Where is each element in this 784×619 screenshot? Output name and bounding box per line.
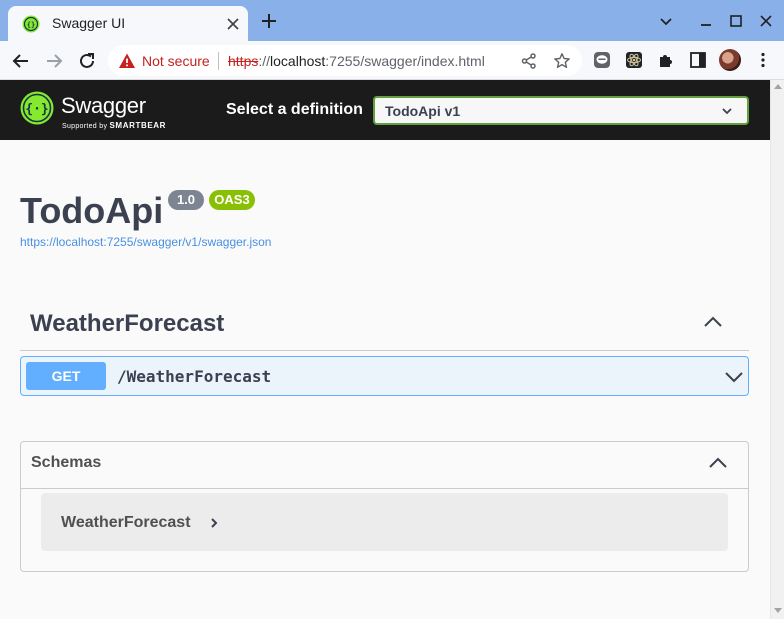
back-arrow-icon[interactable] [10, 50, 32, 72]
url-scheme: https [228, 53, 259, 69]
tag-divider [20, 350, 749, 351]
api-title: TodoApi [20, 190, 164, 231]
browser-menu-kebab-icon[interactable] [754, 51, 772, 69]
side-panel-icon[interactable] [689, 51, 707, 69]
version-badge: 1.0 [168, 190, 204, 210]
line-extension-icon[interactable] [593, 51, 611, 69]
logo-sub-brand: SMARTBEAR [109, 121, 167, 130]
warning-icon[interactable] [118, 52, 136, 70]
chevron-right-icon[interactable] [209, 517, 219, 529]
logo-sub-prefix: Supported by [62, 123, 108, 130]
share-icon[interactable] [520, 52, 538, 70]
model-weatherforecast[interactable]: WeatherForecast [41, 493, 728, 551]
swagger-logo-icon[interactable]: {·} [20, 91, 54, 125]
omnibox-divider [218, 52, 219, 70]
maximize-icon[interactable] [725, 10, 747, 32]
spec-json-link[interactable]: https://localhost:7255/swagger/v1/swagge… [20, 235, 271, 249]
tab-title: Swagger UI [52, 15, 126, 31]
extensions-puzzle-icon[interactable] [657, 51, 675, 69]
swagger-logo-subtitle: Supported by SMARTBEAR [62, 121, 166, 130]
tab-close-icon[interactable] [224, 15, 242, 33]
url-host: localhost [270, 53, 326, 69]
chevron-down-icon [722, 108, 732, 115]
swagger-logo-text: Swagger [61, 93, 146, 118]
forward-arrow-icon[interactable] [43, 50, 65, 72]
definition-label: Select a definition [226, 101, 363, 118]
url-text[interactable]: https://localhost:7255/swagger/index.htm… [228, 53, 485, 69]
browser-toolbar: Not secure https://localhost:7255/swagge… [0, 41, 784, 80]
close-window-icon[interactable] [755, 10, 777, 32]
browser-tab-strip: {} Swagger UI [0, 0, 784, 41]
http-method-badge: GET [26, 362, 106, 390]
scroll-up-arrow-icon[interactable] [774, 84, 782, 89]
scroll-down-arrow-icon[interactable] [774, 608, 782, 613]
svg-text:{·}: {·} [25, 102, 48, 117]
profile-avatar[interactable] [719, 49, 741, 71]
schemas-divider [21, 488, 748, 489]
oas-badge: OAS3 [209, 190, 255, 210]
minimize-icon[interactable] [695, 10, 717, 32]
chevron-down-icon[interactable] [724, 370, 744, 384]
tab-search-chevron-icon[interactable] [655, 10, 677, 32]
tag-header-weatherforecast[interactable]: WeatherForecast [30, 310, 224, 338]
schemas-section: Schemas WeatherForecast [20, 441, 749, 572]
svg-text:{}: {} [27, 21, 35, 29]
browser-tab[interactable]: {} Swagger UI [8, 6, 248, 41]
bookmark-star-icon[interactable] [553, 52, 571, 70]
page-scrollbar[interactable] [770, 80, 784, 619]
operation-path: /WeatherForecast [117, 367, 272, 386]
chevron-up-icon[interactable] [708, 456, 728, 470]
swagger-favicon-icon: {} [22, 15, 40, 33]
address-bar[interactable]: Not secure https://localhost:7255/swagge… [108, 45, 582, 76]
schemas-title[interactable]: Schemas [31, 454, 101, 472]
definition-select[interactable]: TodoApi v1 [373, 96, 749, 125]
new-tab-plus-icon[interactable] [260, 12, 278, 30]
definition-value: TodoApi v1 [385, 103, 461, 119]
url-separator: :// [258, 53, 271, 69]
url-path: :7255/swagger/index.html [325, 53, 485, 69]
reload-icon[interactable] [76, 50, 98, 72]
swagger-topbar: {·} Swagger Supported by SMARTBEAR Selec… [0, 80, 770, 140]
model-name: WeatherForecast [61, 514, 191, 531]
chevron-up-icon[interactable] [703, 315, 723, 329]
react-devtools-icon[interactable] [625, 51, 643, 69]
not-secure-label[interactable]: Not secure [142, 53, 210, 69]
operation-get-weatherforecast[interactable]: GET /WeatherForecast [20, 356, 749, 396]
